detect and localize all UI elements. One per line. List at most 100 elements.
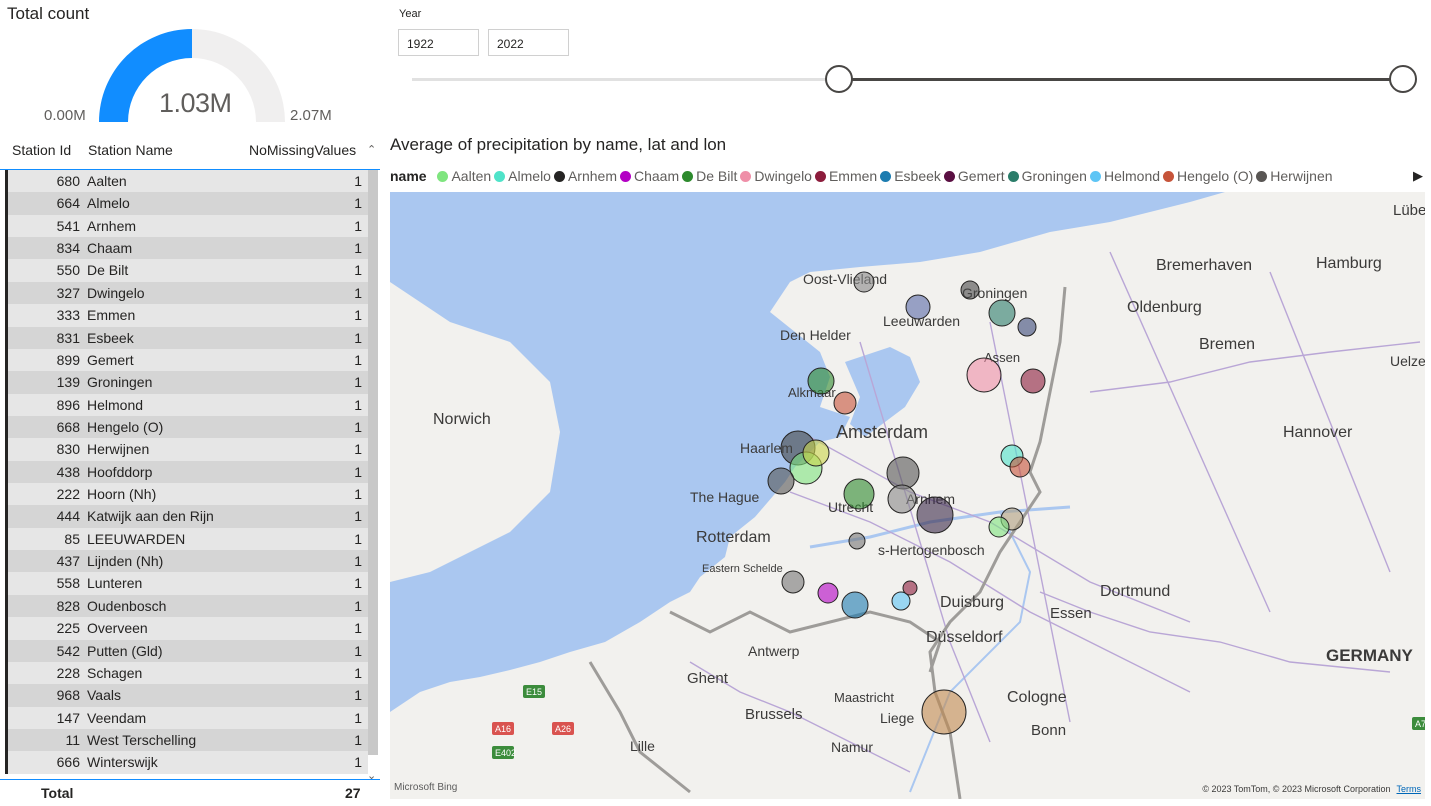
station-bubble[interactable] [966,357,1002,393]
map-canvas[interactable]: Oost-VlielandGroningenLeeuwardenDen Held… [390,192,1425,799]
table-row[interactable]: 327 Dwingelo 1 [5,281,368,305]
table-row[interactable]: 828 Oudenbosch 1 [5,594,368,618]
column-header-station-id[interactable]: Station Id [12,142,71,158]
table-row[interactable]: 228 Schagen 1 [5,661,368,685]
station-name-cell: Arnhem [87,217,137,234]
table-row[interactable]: 541 Arnhem 1 [5,214,368,238]
legend-dot-icon [437,171,449,182]
table-scrollbar[interactable] [368,170,378,755]
legend-item[interactable]: De Bilt [682,168,737,184]
station-bubble[interactable] [988,299,1016,327]
station-bubble[interactable] [1020,368,1046,394]
table-row[interactable]: 550 De Bilt 1 [5,259,368,282]
legend-dot-icon [740,171,752,182]
station-bubble[interactable] [843,478,875,510]
station-bubble[interactable] [841,591,869,619]
legend-item[interactable]: Hengelo (O) [1163,168,1253,184]
legend-item[interactable]: Chaam [620,168,679,184]
legend-item[interactable]: Helmond [1089,168,1160,184]
legend-item[interactable]: Aalten [437,168,491,184]
table-row[interactable]: 11 West Terschelling 1 [5,728,368,752]
table-row[interactable]: 664 Almelo 1 [5,192,368,215]
station-id-cell: 899 [56,351,80,368]
year-start-input[interactable]: 1922 [398,29,479,56]
column-header-no-missing-values[interactable]: NoMissingValues [249,142,356,158]
table-row[interactable]: 437 Lijnden (Nh) 1 [5,550,368,573]
table-row[interactable]: 444 Katwijk aan den Rijn 1 [5,505,368,528]
station-bubble[interactable] [960,280,980,300]
city-label-hamburg: Hamburg [1316,255,1382,272]
station-bubble[interactable] [902,580,918,596]
table-row[interactable]: 668 Hengelo (O) 1 [5,415,368,439]
legend-item-label: Arnhem [567,168,617,184]
legend-item[interactable]: Arnhem [553,168,617,184]
legend-item[interactable]: Groningen [1007,168,1087,184]
table-row[interactable]: 834 Chaam 1 [5,237,368,260]
gauge-card[interactable]: Total count 1.03M 0.00M 2.07M [0,0,382,132]
station-bubble[interactable] [988,516,1010,538]
station-name-cell: De Bilt [87,262,129,279]
table-row[interactable]: 542 Putten (Gld) 1 [5,639,368,662]
table-body: 680 Aalten 1 664 Almelo 1 541 Arnhem 1 834 Chaam 1 5… [5,170,368,774]
terms-link[interactable]: Terms [1397,784,1422,794]
missing-values-cell: 1 [354,329,362,346]
station-bubble[interactable] [905,294,931,320]
station-bubble[interactable] [807,367,835,395]
legend-item[interactable]: Herwijnen [1256,168,1333,184]
legend-dot-icon [1089,171,1101,182]
table-row[interactable]: 222 Hoorn (Nh) 1 [5,483,368,506]
road-shield: E15 [523,685,545,698]
legend-item[interactable]: Gemert [943,168,1005,184]
legend-item[interactable]: Dwingelo [740,168,812,184]
legend-item[interactable]: Esbeek [880,168,941,184]
table-row[interactable]: 558 Lunteren 1 [5,572,368,595]
legend-item-label: Chaam [634,168,680,184]
table-row[interactable]: 680 Aalten 1 [5,170,368,193]
year-end-input[interactable]: 2022 [488,29,569,56]
table-row[interactable]: 139 Groningen 1 [5,371,368,394]
table-row[interactable]: 830 Herwijnen 1 [5,438,368,461]
legend-item[interactable]: Emmen [814,168,877,184]
legend-next-arrow-icon[interactable]: ▶ [1413,168,1423,184]
station-bubble[interactable] [887,484,917,514]
table-row[interactable]: 896 Helmond 1 [5,393,368,416]
table-row[interactable]: 85 LEEUWARDEN 1 [5,527,368,551]
table-row[interactable]: 666 Winterswijk 1 [5,751,368,774]
column-header-station-name[interactable]: Station Name [88,142,173,158]
station-bubble[interactable] [781,570,805,594]
station-bubble[interactable] [833,391,857,415]
slider-start-handle[interactable] [825,65,853,93]
legend-item-label: Gemert [957,168,1005,184]
station-table[interactable]: Station Id Station Name NoMissingValues … [0,133,382,805]
table-row[interactable]: 899 Gemert 1 [5,348,368,372]
slider-end-handle[interactable] [1389,65,1417,93]
station-bubble[interactable] [921,689,967,735]
station-bubble[interactable] [767,467,795,495]
station-bubble[interactable] [886,456,920,490]
station-bubble[interactable] [1009,456,1031,478]
city-label-bonn: Bonn [1031,722,1066,739]
station-bubble[interactable] [916,496,954,534]
station-bubble[interactable] [853,271,875,293]
station-bubble[interactable] [817,582,839,604]
station-bubble[interactable] [1017,317,1037,337]
table-row[interactable]: 225 Overveen 1 [5,617,368,640]
road-label: A16 [495,724,511,734]
bubble-map[interactable]: Oost-Vlieland Groningen Leeuwarden Den Held… [390,192,1425,799]
legend-dot-icon [620,171,631,182]
table-row[interactable]: 438 Hoofddorp 1 [5,460,368,484]
station-bubble[interactable] [848,532,866,550]
road-shield: A26 [552,722,574,735]
legend-item[interactable]: Almelo [494,168,551,184]
road-label: A26 [555,724,571,734]
missing-values-cell: 1 [354,486,362,503]
table-row[interactable]: 333 Emmen 1 [5,304,368,327]
scroll-up-icon[interactable]: ⌃ [367,143,376,156]
table-row[interactable]: 831 Esbeek 1 [5,326,368,349]
table-row[interactable]: 968 Vaals 1 [5,684,368,707]
year-slicer[interactable]: Year 1922 2022 [384,0,1431,132]
station-bubble[interactable] [802,439,830,467]
station-id-cell: 664 [56,195,80,212]
table-row[interactable]: 147 Veendam 1 [5,706,368,729]
slider-track-active[interactable] [839,78,1403,81]
